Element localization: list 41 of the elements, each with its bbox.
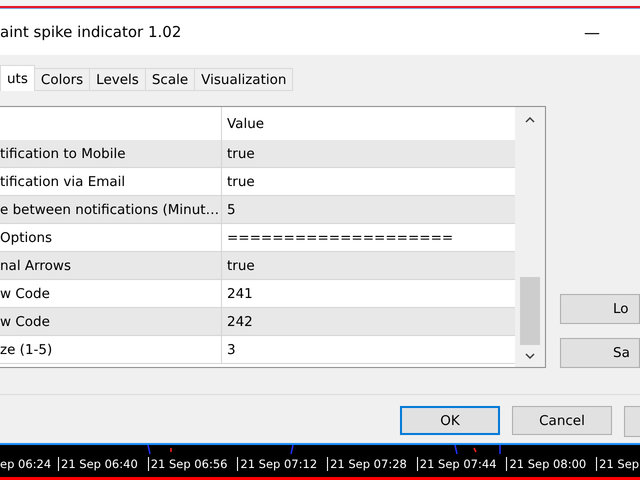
minimize-button[interactable]: — <box>584 22 600 42</box>
table-cell: 241 <box>227 286 253 302</box>
time-label: 21 Sep <box>596 457 640 471</box>
time-label: 21 Sep 07:28 <box>327 457 417 471</box>
column-header: Value <box>226 114 266 134</box>
table-cell: w Code <box>0 314 50 330</box>
table-cell: ==================== <box>227 230 454 246</box>
tab[interactable]: Scale <box>144 68 196 91</box>
table-cell: Options <box>0 230 52 246</box>
table-cell: 242 <box>227 314 253 330</box>
table-cell: true <box>227 174 255 190</box>
dialog-button[interactable] <box>624 406 640 437</box>
dialog-button[interactable]: Cancel <box>512 406 612 435</box>
table-cell: true <box>227 146 255 162</box>
tab[interactable]: Colors <box>34 68 90 91</box>
time-label: 21 Sep 07:44 <box>416 457 506 471</box>
table-cell: ze (1-5) <box>0 342 52 358</box>
time-label: ep 06:24 <box>0 457 52 471</box>
table-cell: true <box>227 258 255 274</box>
time-label: 21 Sep 08:00 <box>506 457 596 471</box>
table-cell: 5 <box>227 202 236 218</box>
time-label: 21 Sep 07:12 <box>237 457 328 471</box>
tab[interactable]: uts <box>0 65 35 91</box>
dialog-button[interactable]: OK <box>400 406 500 435</box>
table-cell: nal Arrows <box>0 258 72 274</box>
table-cell: w Code <box>0 286 50 302</box>
tab[interactable]: Visualization <box>194 68 294 91</box>
scroll-down-icon[interactable] <box>525 353 535 359</box>
window-title: aint spike indicator 1.02 <box>0 23 182 41</box>
tab[interactable]: Levels <box>89 68 146 91</box>
table-cell: tification to Mobile <box>0 146 126 162</box>
table-cell: 3 <box>227 342 236 358</box>
scrollbar-thumb[interactable] <box>520 277 540 345</box>
time-label: 21 Sep 06:56 <box>148 457 238 471</box>
time-label: 21 Sep 06:40 <box>58 457 148 471</box>
side-button[interactable]: Sa <box>560 338 640 368</box>
scroll-up-icon[interactable] <box>525 117 535 123</box>
side-button[interactable]: Lo <box>560 294 640 324</box>
scrollbar[interactable] <box>515 107 545 367</box>
table-cell: e between notifications (Minut… <box>0 202 220 218</box>
table-cell: tification via Email <box>0 174 126 190</box>
